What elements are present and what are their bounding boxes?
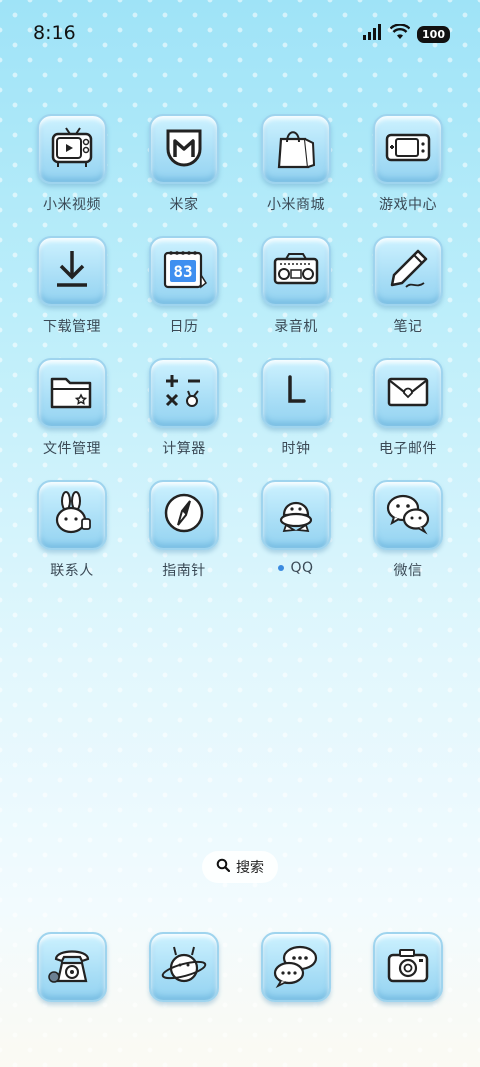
- app-mijia[interactable]: 米家: [134, 114, 234, 214]
- compass-icon: [160, 489, 208, 541]
- status-bar: 8:16 100: [0, 0, 480, 68]
- mijia-icon: [160, 123, 208, 175]
- app-contacts[interactable]: 联系人: [22, 480, 122, 580]
- search-icon: [216, 858, 231, 876]
- pencil-icon: [384, 245, 432, 297]
- browser-planet-icon: [160, 941, 208, 993]
- app-file-manager[interactable]: 文件管理: [22, 358, 122, 458]
- app-row-1: 小米视频 米家 小米商城 游戏中心: [0, 114, 480, 224]
- tv-icon: [48, 123, 96, 175]
- telephone-icon: [48, 941, 96, 993]
- qq-penguin-icon: [272, 489, 320, 541]
- dock-messages[interactable]: [246, 932, 346, 1002]
- app-label: 小米商城: [267, 197, 325, 213]
- app-row-4: 联系人 指南针 QQ 微信: [0, 480, 480, 590]
- dock-browser[interactable]: [134, 932, 234, 1002]
- download-icon: [48, 245, 96, 297]
- app-label: 时钟: [281, 441, 311, 457]
- app-qq[interactable]: QQ: [246, 480, 346, 576]
- battery-indicator: 100: [417, 25, 450, 43]
- app-label-text: QQ: [290, 560, 314, 576]
- app-xiaomi-video[interactable]: 小米视频: [22, 114, 122, 214]
- app-label: 指南针: [162, 563, 206, 579]
- app-label: 文件管理: [43, 441, 101, 457]
- app-game-center[interactable]: 游戏中心: [358, 114, 458, 214]
- app-label: QQ: [246, 560, 346, 576]
- calendar-day-text: 83: [173, 262, 192, 281]
- app-wechat[interactable]: 微信: [358, 480, 458, 580]
- clock-icon: [272, 367, 320, 419]
- app-xiaomi-store[interactable]: 小米商城: [246, 114, 346, 214]
- app-calendar[interactable]: 83 日历: [134, 236, 234, 336]
- app-calculator[interactable]: 计算器: [134, 358, 234, 458]
- app-compass[interactable]: 指南针: [134, 480, 234, 580]
- dock: [0, 932, 480, 1004]
- shopping-bag-icon: [272, 123, 320, 175]
- app-label: 录音机: [274, 319, 318, 335]
- app-label: 计算器: [162, 441, 206, 457]
- envelope-icon: [384, 367, 432, 419]
- app-label: 下载管理: [43, 319, 101, 335]
- new-install-dot: [278, 565, 285, 571]
- bunny-contact-icon: [48, 489, 96, 541]
- radio-recorder-icon: [272, 245, 320, 297]
- app-label: 笔记: [393, 319, 423, 335]
- dock-phone[interactable]: [22, 932, 122, 1002]
- app-row-3: 文件管理 计算器 时钟 电子邮件: [0, 358, 480, 468]
- status-time: 8:16: [33, 22, 76, 44]
- app-label: 微信: [393, 563, 423, 579]
- game-console-icon: [384, 123, 432, 175]
- wechat-icon: [384, 489, 432, 541]
- app-notes[interactable]: 笔记: [358, 236, 458, 336]
- search-label: 搜索: [236, 860, 264, 876]
- app-clock[interactable]: 时钟: [246, 358, 346, 458]
- messages-icon: [272, 941, 320, 993]
- folder-icon: [48, 367, 96, 419]
- calendar-icon: 83: [160, 245, 208, 297]
- calculator-icon: [160, 367, 208, 419]
- search-button[interactable]: 搜索: [202, 851, 278, 883]
- app-label: 日历: [169, 319, 199, 335]
- app-label: 游戏中心: [379, 197, 437, 213]
- dock-camera[interactable]: [358, 932, 458, 1002]
- app-label: 米家: [169, 197, 199, 213]
- status-icons: 100: [363, 23, 450, 44]
- wifi-icon: [389, 23, 411, 44]
- app-label: 小米视频: [43, 197, 101, 213]
- app-download-manager[interactable]: 下载管理: [22, 236, 122, 336]
- app-email[interactable]: 电子邮件: [358, 358, 458, 458]
- camera-icon: [384, 941, 432, 993]
- app-recorder[interactable]: 录音机: [246, 236, 346, 336]
- app-label: 电子邮件: [379, 441, 437, 457]
- app-label: 联系人: [50, 563, 94, 579]
- app-row-2: 下载管理 83 日历 录音机 笔记: [0, 236, 480, 346]
- signal-icon: [363, 24, 383, 44]
